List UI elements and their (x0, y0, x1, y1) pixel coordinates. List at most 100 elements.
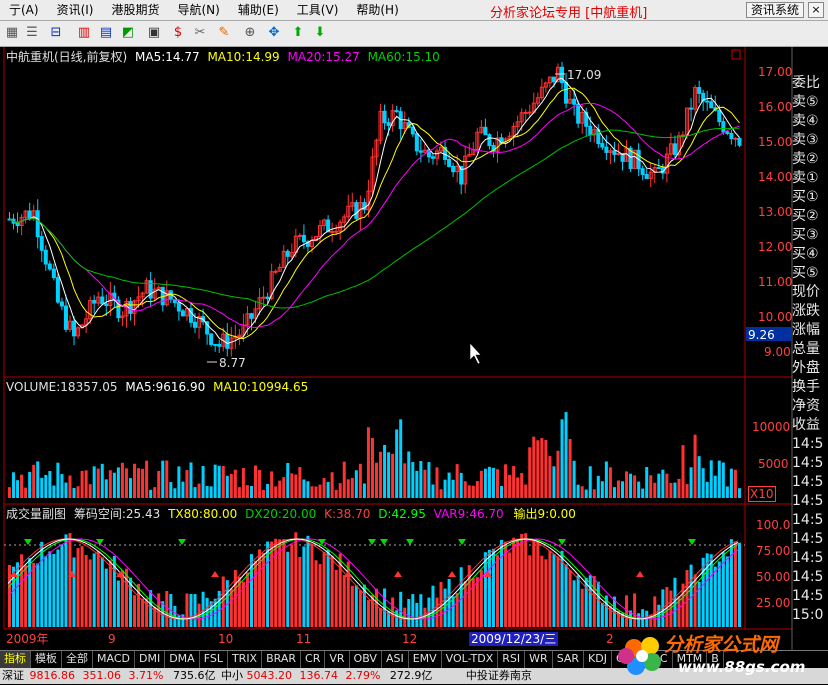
quote-row-label: 涨幅 (792, 322, 820, 338)
menu-item[interactable]: 导航(N) (169, 0, 229, 20)
indicator-tab[interactable]: MACD (93, 651, 135, 668)
quote-row-label: 14:5 (792, 531, 824, 547)
toolbar: ▦ ☰ ⊟ ▥ ▤ ◩ ▣ $ ✂ ✎ ⊕ ✥ ⬆ ⬇ (0, 21, 828, 47)
quote-row-label: 现价 (792, 284, 820, 300)
indicator-tab[interactable]: SAR (553, 651, 585, 668)
pen-icon[interactable]: ✎ (216, 25, 232, 41)
stock-chart[interactable] (0, 47, 828, 650)
quote-row-label: 14:5 (792, 474, 824, 490)
indicator-tab[interactable]: 模板 (31, 651, 62, 668)
close-icon[interactable]: × (808, 2, 824, 18)
move-icon[interactable]: ✥ (266, 25, 282, 41)
volume-tick: 5000 (758, 457, 789, 471)
quote-row-label: 买⑤ (792, 265, 819, 281)
quote-row-label: 14:5 (792, 569, 824, 585)
indicator-tab[interactable]: CR (301, 651, 326, 668)
high-price-label: 17.09 (567, 68, 602, 82)
indicator-tab[interactable]: 全部 (62, 651, 93, 668)
index2-name: 中小 (220, 669, 243, 682)
menu-bar: 亍(A) 资讯(I) 港股期货 导航(N) 辅助(E) 工具(V) 帮助(H) (0, 0, 828, 21)
quote-row-label: 14:5 (792, 493, 824, 509)
trend-icon[interactable]: ◩ (120, 25, 136, 41)
time-label: 11 (296, 632, 312, 646)
time-label: 12 (402, 632, 418, 646)
index1-percent: 3.71% (128, 669, 164, 682)
indicator-tab[interactable]: OBV (350, 651, 382, 668)
quote-row-label: 买① (792, 189, 819, 205)
price-tick: 12.00 (758, 240, 793, 254)
broker-name: 中投证券南京 (465, 669, 532, 682)
ma60-label: MA60:15.10 (367, 50, 440, 64)
quote-row-label: 买② (792, 208, 819, 224)
indicator-tick: 100.0 (756, 518, 791, 532)
ma20-label: MA20:15.27 (287, 50, 360, 64)
menu-item[interactable]: 亍(A) (0, 0, 48, 20)
logo-text: 分析家公式网 (664, 634, 779, 656)
indicator-tab[interactable]: DMA (165, 651, 200, 668)
quote-row-label: 净资 (792, 398, 820, 414)
tools-icon[interactable]: ✂ (192, 25, 208, 41)
grid-icon[interactable]: ▦ (4, 25, 20, 41)
price-tick: 9.00 (764, 345, 791, 359)
f10-icon[interactable]: ⊟ (48, 25, 64, 41)
list-icon[interactable]: ☰ (24, 25, 40, 41)
index2-percent: 2.79% (345, 669, 381, 682)
tick-icon[interactable]: ▤ (98, 25, 114, 41)
dx-label: DX20:20.00 (245, 507, 317, 521)
site-logo: 分析家公式网 www.88gs.com (612, 626, 824, 682)
index1-change: 351.06 (82, 669, 122, 682)
time-label: 9 (108, 632, 116, 646)
price-tick: 14.00 (758, 170, 793, 184)
indicator-tab[interactable]: VOL-TDX (442, 651, 499, 668)
arrow-up-icon[interactable]: ⬆ (290, 25, 306, 41)
stock-title: 中航重机(日线,前复权) (6, 50, 128, 64)
time-label: 10 (218, 632, 234, 646)
price-tick: 16.00 (758, 100, 793, 114)
menu-item[interactable]: 资讯(I) (48, 0, 103, 20)
chart-icon[interactable]: ▥ (76, 25, 92, 41)
indicator-tab[interactable]: ASI (382, 651, 409, 668)
quote-row-label: 卖④ (792, 113, 819, 129)
dollar-icon[interactable]: $ (170, 25, 186, 41)
indicator-tab[interactable]: TRIX (228, 651, 263, 668)
quote-row-label: 14:5 (792, 588, 824, 604)
indicator-tab[interactable]: FSL (200, 651, 228, 668)
quote-row-label: 委比 (792, 75, 820, 91)
menu-item[interactable]: 港股期货 (102, 0, 168, 20)
restore-icon[interactable] (731, 49, 741, 60)
ma10-label: MA10:14.99 (207, 50, 280, 64)
quote-row-label: 卖① (792, 170, 819, 186)
indicator-tab[interactable]: 指标 (0, 651, 31, 668)
quote-row-label: 买④ (792, 246, 819, 262)
brand-title: 分析家论坛专用 [中航重机] (490, 6, 648, 21)
quote-row-label: 外盘 (792, 360, 820, 376)
menu-item[interactable]: 帮助(H) (347, 0, 407, 20)
indicator-tab[interactable]: DMI (135, 651, 166, 668)
index2-amount: 272.9亿 (389, 669, 433, 682)
current-price-label: 9.26 (748, 328, 775, 342)
zoom-icon[interactable]: ⊕ (242, 25, 258, 41)
quote-row-label: 卖③ (792, 132, 819, 148)
calc-icon[interactable]: ▣ (146, 25, 162, 41)
index1-name: 深证 (2, 669, 24, 682)
mouse-cursor-icon (469, 342, 482, 365)
menu-item[interactable]: 辅助(E) (229, 0, 288, 20)
indicator-tab[interactable]: RSI (498, 651, 526, 668)
indicator-tab[interactable]: EMV (409, 651, 442, 668)
indicator-tab[interactable]: BRAR (262, 651, 302, 668)
arrow-down-icon[interactable]: ⬇ (312, 25, 328, 41)
indicator-tab[interactable]: WR (525, 651, 553, 668)
chart-area[interactable]: 中航重机(日线,前复权) MA5:14.77 MA10:14.99 MA20:1… (0, 47, 828, 650)
time-label: 2009年 (6, 632, 49, 646)
quote-row-label: 14:5 (792, 550, 824, 566)
index1-value: 9816.86 (29, 669, 76, 682)
logo-url: www.88gs.com (678, 658, 806, 676)
info-system-button[interactable]: 资讯系统 (745, 2, 804, 18)
price-tick: 10.00 (758, 310, 793, 324)
price-tick: 17.00 (758, 65, 793, 79)
menu-item[interactable]: 工具(V) (288, 0, 348, 20)
index2-change: 136.74 (299, 669, 338, 682)
indicator-tab[interactable]: VR (325, 651, 350, 668)
index1-amount: 735.6亿 (172, 669, 216, 682)
indicator-tab[interactable]: KDJ (584, 651, 612, 668)
